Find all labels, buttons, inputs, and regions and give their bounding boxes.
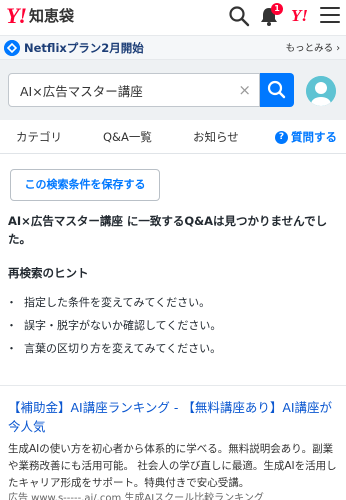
hints-list: 指定した条件を変えてみてください。 誤字・脱字がないか確認してください。 言葉の… (6, 291, 338, 360)
search-box: × (8, 73, 260, 107)
yahoo-chiebukuro-logo[interactable]: Y! 知恵袋 (6, 4, 74, 28)
ad-title-link[interactable]: 【補助金】AI講座ランキング - 【無料講座あり】AI講座が今人気 (8, 398, 338, 436)
save-search-button[interactable]: この検索条件を保存する (10, 169, 160, 201)
tab-qa-list[interactable]: Q&A一覧 (103, 129, 152, 145)
no-results-message: AI×広告マスター講座 に一致するQ&Aは見つかりませんでした。 (8, 214, 328, 246)
question-icon: ? (275, 130, 288, 144)
logo-text: 知恵袋 (29, 7, 75, 25)
avatar-icon (306, 76, 336, 106)
promo-text: Netflixプラン2月開始 (24, 41, 144, 55)
search-bar: × (0, 60, 346, 120)
app-header: Y! 知恵袋 1 Y! (0, 0, 346, 34)
menu-icon[interactable] (320, 7, 340, 25)
tab-ask-question[interactable]: ? 質問する (275, 129, 337, 145)
search-submit-icon (267, 80, 286, 99)
nav-tabs: カテゴリ Q&A一覧 お知らせ ? 質問する (0, 120, 346, 154)
tab-category[interactable]: カテゴリ (16, 129, 62, 145)
sponsored-ad: 【補助金】AI講座ランキング - 【無料講座あり】AI講座が今人気 生成AIの使… (0, 386, 346, 500)
yahoo-top-link[interactable]: Y! (291, 6, 308, 26)
clear-search-button[interactable]: × (238, 81, 251, 99)
search-button[interactable] (260, 73, 294, 107)
promo-banner[interactable]: Netflixプラン2月開始 もっとみる › (0, 35, 346, 60)
hint-item: 誤字・脱字がないか確認してください。 (6, 314, 338, 337)
hint-item: 言葉の区切り方を変えてみてください。 (6, 337, 338, 360)
hint-item: 指定した条件を変えてみてください。 (6, 291, 338, 314)
logo-mark: Y! (6, 3, 27, 28)
search-icon[interactable] (228, 5, 250, 27)
search-input[interactable] (20, 80, 235, 100)
notification-badge: 1 (271, 3, 283, 15)
ad-description: 生成AIの使い方を初心者から体系的に学べる。無料説明会あり。副業や業務改善にも活… (8, 443, 337, 489)
tab-ask-label: 質問する (291, 130, 337, 144)
user-avatar[interactable] (306, 76, 336, 106)
promo-more-link[interactable]: もっとみる › (286, 42, 340, 56)
hints-heading: 再検索のヒント (8, 266, 89, 280)
tab-news[interactable]: お知らせ (193, 129, 239, 145)
ad-url[interactable]: 広告 www.s-----.ai/.com 生成AIスクール比較ランキング (8, 492, 264, 500)
promo-logo-icon (4, 40, 20, 56)
